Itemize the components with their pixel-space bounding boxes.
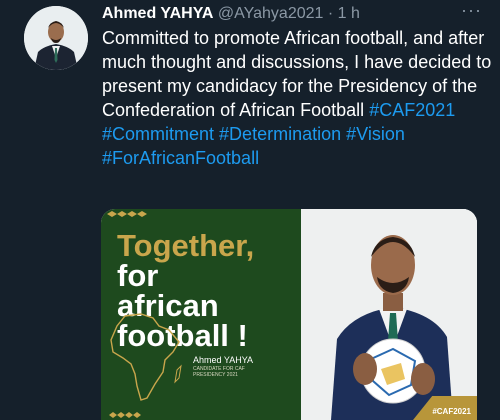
candidate-photo (301, 209, 477, 420)
africa-map-icon (110, 313, 182, 401)
hashtag-commitment[interactable]: #Commitment (102, 124, 214, 144)
candidate-subtitle: CANDIDATE FOR CAF PRESIDENCY 2021 (193, 366, 245, 378)
avatar-photo (24, 6, 88, 70)
candidate-name: Ahmed YAHYA (193, 355, 254, 365)
ornament-icon (109, 412, 141, 418)
poster-green-panel: Together, for african football ! Ahmed Y… (101, 209, 301, 420)
hashtag-forafricanfootball[interactable]: #ForAfricanFootball (102, 148, 259, 168)
caf-badge-label: #CAF2021 (432, 407, 471, 416)
tweet-media-image[interactable]: Together, for african football ! Ahmed Y… (101, 209, 477, 420)
tweet-text: Committed to promote African football, a… (102, 26, 492, 170)
tweet-header: Ahmed YAHYA @AYahya2021 · 1 h (102, 3, 460, 25)
avatar[interactable] (24, 6, 88, 70)
author-handle[interactable]: @AYahya2021 (218, 5, 324, 22)
ornament-icon (107, 211, 147, 217)
hashtag-determination[interactable]: #Determination (219, 124, 341, 144)
ellipsis-icon[interactable]: ··· (461, 0, 482, 21)
headline-line-2: for (117, 258, 159, 293)
tweet-time[interactable]: 1 h (338, 5, 360, 22)
hashtag-vision[interactable]: #Vision (346, 124, 405, 144)
meta-separator: · (323, 5, 338, 22)
author-name[interactable]: Ahmed YAHYA (102, 5, 213, 22)
poster-photo-panel: #CAF2021 (301, 209, 477, 420)
headline-line-1: Together, (117, 228, 255, 263)
hashtag-caf2021[interactable]: #CAF2021 (369, 100, 455, 120)
